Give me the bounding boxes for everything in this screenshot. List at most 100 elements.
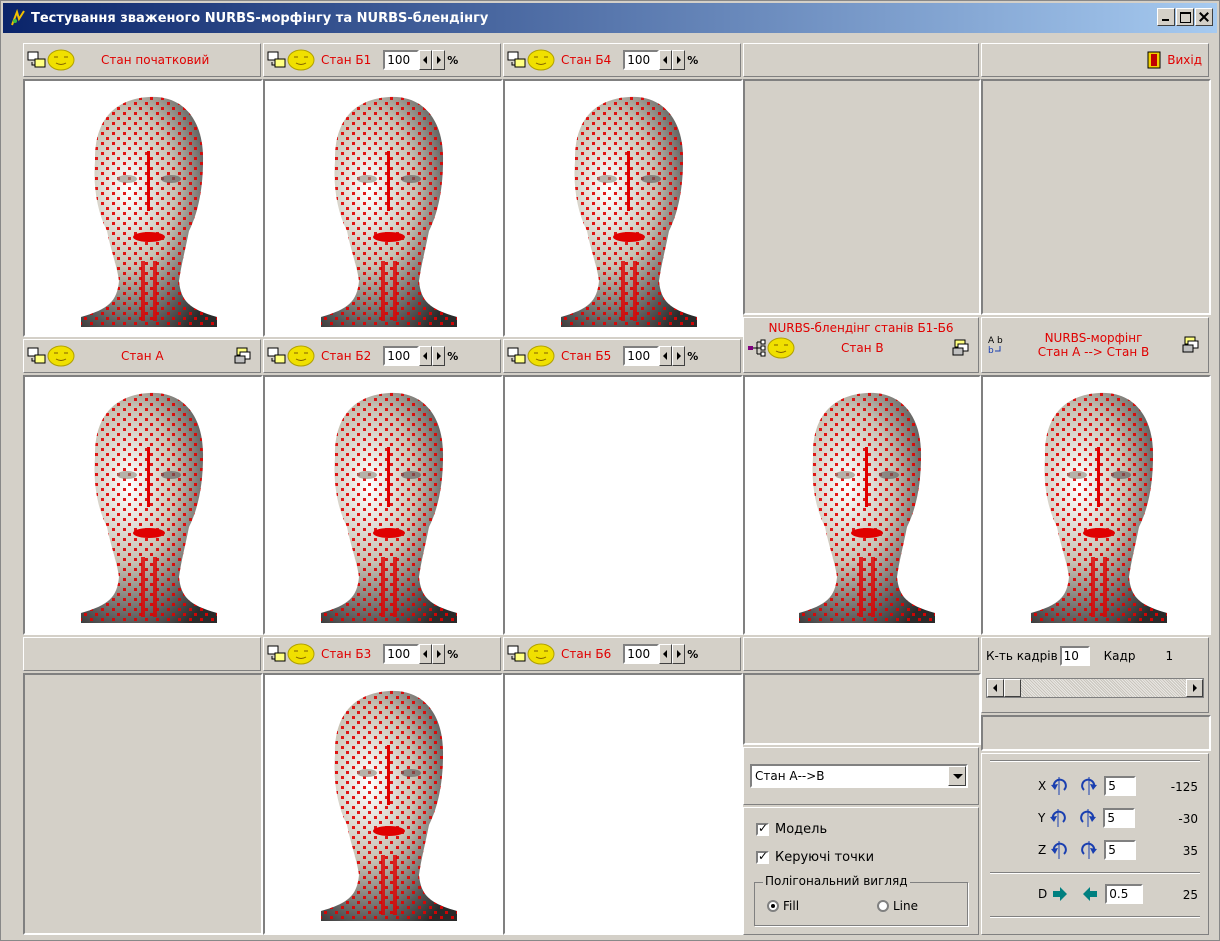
swap-icon[interactable] <box>267 347 287 365</box>
percent-sign: % <box>687 349 699 363</box>
d-step-input[interactable]: 0.5 <box>1105 884 1144 904</box>
rotate-ccw-icon[interactable] <box>1049 809 1067 827</box>
panel-b1-label: Стан Б1 <box>321 53 372 67</box>
minimize-button[interactable] <box>1157 8 1175 26</box>
chevron-down-icon[interactable] <box>948 766 966 786</box>
viewport-b1[interactable] <box>263 79 503 337</box>
face-icon[interactable] <box>287 643 315 665</box>
stack-icon[interactable] <box>952 339 972 357</box>
stack-icon[interactable] <box>1182 336 1202 354</box>
b5-weight-increase[interactable] <box>672 346 686 366</box>
stack-icon[interactable] <box>234 347 254 365</box>
face-icon[interactable] <box>287 49 315 71</box>
exit-button[interactable]: Вихід <box>1147 51 1202 69</box>
viewport-blend[interactable] <box>743 375 981 635</box>
face-icon[interactable] <box>767 337 795 359</box>
swap-icon[interactable] <box>507 347 527 365</box>
rotate-ccw-icon[interactable] <box>1050 841 1068 859</box>
arrow-right-icon[interactable] <box>1051 885 1069 903</box>
maximize-button[interactable] <box>1176 8 1194 26</box>
b5-weight-decrease[interactable] <box>659 346 673 366</box>
viewport-b5[interactable] <box>503 375 743 635</box>
z-step-input[interactable]: 5 <box>1104 840 1137 860</box>
frame-count-input[interactable]: 10 <box>1059 646 1090 666</box>
face-icon[interactable] <box>527 49 555 71</box>
arrow-left-icon[interactable] <box>1081 885 1099 903</box>
b4-weight-input[interactable]: 100 <box>623 50 660 70</box>
b1-weight-increase[interactable] <box>432 50 446 70</box>
text-transform-icon[interactable]: A b b <box>986 334 1008 356</box>
rotate-cw-icon[interactable] <box>1080 841 1099 859</box>
b1-weight-input[interactable]: 100 <box>383 50 420 70</box>
swap-icon[interactable] <box>27 347 47 365</box>
b4-weight-increase[interactable] <box>672 50 686 70</box>
b3-weight-input[interactable]: 100 <box>383 644 420 664</box>
viewport-b6[interactable] <box>503 673 743 935</box>
b6-weight-input[interactable]: 100 <box>623 644 660 664</box>
swap-icon[interactable] <box>267 51 287 69</box>
b1-weight-decrease[interactable] <box>419 50 433 70</box>
line-label: Line <box>893 899 919 913</box>
rotate-x-row: X 5 <box>1038 776 1137 796</box>
face-icon[interactable] <box>47 49 75 71</box>
swap-icon[interactable] <box>507 51 527 69</box>
model-checkbox[interactable]: Модель <box>756 821 827 837</box>
b3-weight-decrease[interactable] <box>419 644 433 664</box>
fill-radio[interactable]: Fill <box>767 899 799 913</box>
y-value: -30 <box>1178 812 1198 826</box>
face-icon[interactable] <box>47 345 75 367</box>
frame-value: 1 <box>1165 649 1174 663</box>
close-button[interactable] <box>1195 8 1213 26</box>
control-points-checkbox[interactable]: Керуючі точки <box>756 849 874 865</box>
divider <box>990 916 1200 918</box>
rotate-cw-icon[interactable] <box>1079 809 1098 827</box>
model-checkbox-box[interactable] <box>756 821 769 836</box>
swap-icon[interactable] <box>27 51 47 69</box>
fill-radio-dot[interactable] <box>767 900 779 912</box>
blend-tree-icon[interactable] <box>747 339 767 357</box>
mode-select[interactable]: Стан А-->В <box>750 764 968 788</box>
panel-blend-label: Стан В <box>841 341 884 355</box>
b2-weight-decrease[interactable] <box>419 346 433 366</box>
rotate-ccw-icon[interactable] <box>1050 777 1068 795</box>
mode-panel: Стан А-->В <box>743 747 979 805</box>
title-bar[interactable]: Тестування зваженого NURBS-морфінгу та N… <box>3 3 1217 33</box>
line-radio[interactable]: Line <box>877 899 918 913</box>
face-icon[interactable] <box>527 643 555 665</box>
face-icon[interactable] <box>527 345 555 367</box>
head-model <box>81 392 217 623</box>
frame-scrollbar[interactable] <box>986 678 1204 698</box>
face-icon[interactable] <box>287 345 315 367</box>
x-step-input[interactable]: 5 <box>1104 776 1137 796</box>
scroll-thumb[interactable] <box>1004 679 1021 697</box>
scroll-right-button[interactable] <box>1186 679 1203 697</box>
viewport-initial[interactable] <box>23 79 263 337</box>
scroll-left-button[interactable] <box>987 679 1004 697</box>
b3-weight-increase[interactable] <box>432 644 446 664</box>
swap-icon[interactable] <box>267 645 287 663</box>
b2-weight-input[interactable]: 100 <box>383 346 420 366</box>
b6-weight-increase[interactable] <box>672 644 686 664</box>
y-step-input[interactable]: 5 <box>1103 808 1136 828</box>
control-points-checkbox-box[interactable] <box>756 849 769 864</box>
scroll-right-icon <box>1193 684 1197 692</box>
panel-initial-header: Стан початковий <box>23 43 261 77</box>
empty-header <box>743 43 979 77</box>
viewport-a[interactable] <box>23 375 263 635</box>
viewport-morph[interactable] <box>981 375 1211 635</box>
b4-weight-decrease[interactable] <box>659 50 673 70</box>
b5-weight-input[interactable]: 100 <box>623 346 660 366</box>
exit-bar: Вихід <box>981 43 1209 77</box>
viewport-b3[interactable] <box>263 673 503 935</box>
frame-count-label: К-ть кадрів <box>986 649 1058 663</box>
swap-icon[interactable] <box>507 645 527 663</box>
line-radio-dot[interactable] <box>877 900 889 912</box>
b6-weight-decrease[interactable] <box>659 644 673 664</box>
polygon-view-group: Полігональний вигляд Fill Line <box>754 874 968 926</box>
empty-panel <box>981 715 1211 751</box>
viewport-b2[interactable] <box>263 375 503 635</box>
b2-weight-increase[interactable] <box>432 346 446 366</box>
viewport-b4[interactable] <box>503 79 743 337</box>
rotate-cw-icon[interactable] <box>1080 777 1099 795</box>
morph-title-2: Стан А --> Стан В <box>1037 345 1150 359</box>
